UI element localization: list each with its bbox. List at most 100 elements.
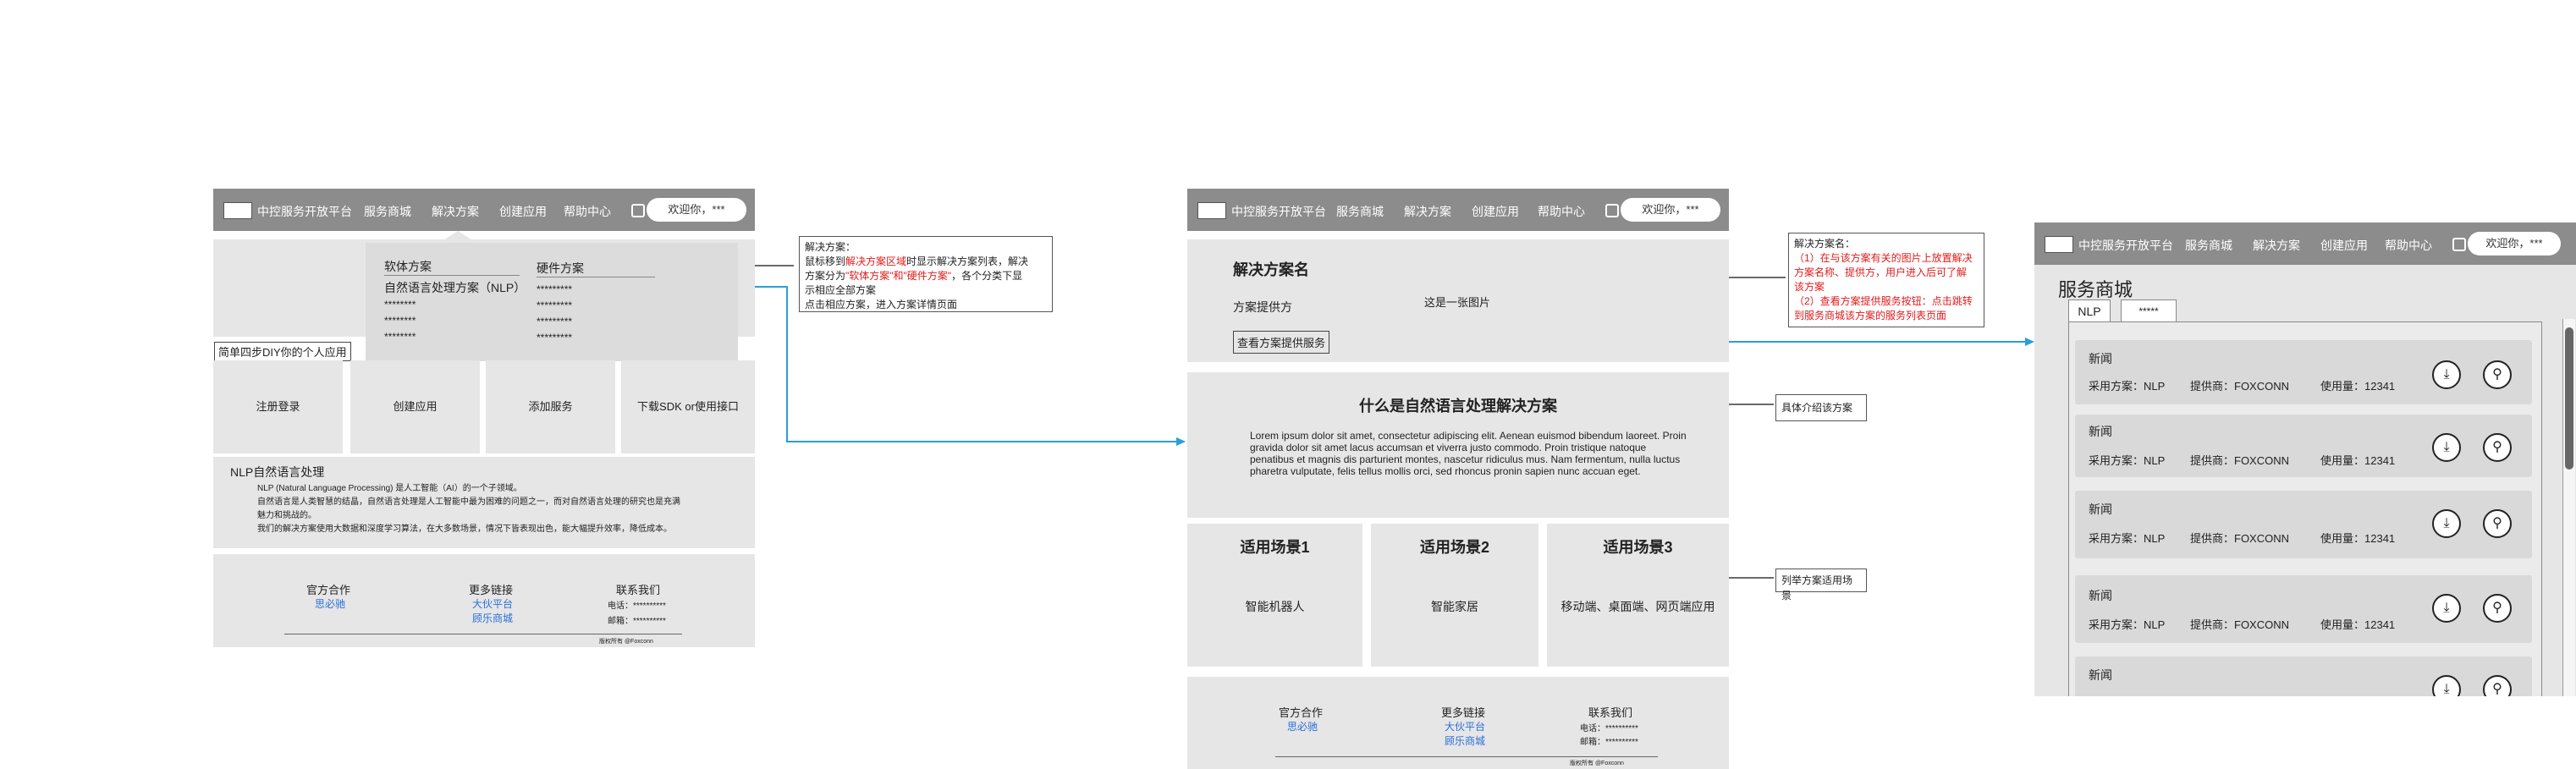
hardware-item[interactable]: ********* [537, 332, 572, 343]
software-item-nlp[interactable]: 自然语言处理方案（NLP） [384, 279, 526, 296]
service-card[interactable]: 新闻 采用方案：NLP 提供商：FOXCONN 使用量：12341 ⤓ ⚲ [2075, 340, 2532, 404]
screen1-footer: 官方合作 思必驰 更多链接 大伙平台 顾乐商城 联系我们 电话：********… [213, 554, 755, 647]
note-text: 方案分为"软体方案"和"硬件方案"，各个分类下显 [805, 269, 1047, 283]
footer-col3-title: 联系我们 [1588, 706, 1633, 719]
nav-item-help[interactable]: 帮助中心 [2385, 237, 2432, 254]
nav-item-create-app[interactable]: 创建应用 [2320, 237, 2368, 254]
download-icon[interactable]: ⤓ [2432, 360, 2461, 389]
hardware-item[interactable]: ********* [537, 283, 572, 295]
nlp-description: NLP (Natural Language Processing) 是人工智能（… [257, 482, 740, 536]
store-title: 服务商城 [2058, 279, 2133, 300]
step-create-app[interactable]: 创建应用 [350, 360, 480, 453]
nav-item-create-app[interactable]: 创建应用 [499, 203, 547, 220]
chat-icon[interactable] [1605, 204, 1619, 217]
footer-link[interactable]: 顾乐商城 [472, 611, 513, 625]
welcome-pill[interactable]: 欢迎你，*** [2468, 232, 2561, 255]
welcome-pill[interactable]: 欢迎你，*** [647, 198, 746, 222]
footer-copyright: 版权所有 @Foxconn [599, 639, 653, 645]
nav-item-solutions[interactable]: 解决方案 [1404, 203, 1451, 220]
step-download-sdk[interactable]: 下载SDK or使用接口 [621, 360, 755, 453]
nlp-line: 自然语言是人类智慧的结晶，自然语言处理是人工智能中最为困难的问题之一，而对自然语… [257, 497, 680, 507]
tab-nlp[interactable]: NLP [2068, 299, 2111, 322]
service-name: 新闻 [2089, 589, 2112, 602]
divider [384, 275, 520, 276]
brand-label[interactable]: 中控服务开放平台 [2078, 237, 2173, 254]
footer-link[interactable]: 大伙平台 [1445, 719, 1485, 733]
note-text: 鼠标移到解决方案区域时显示解决方案列表，解决 [805, 255, 1047, 269]
download-icon[interactable]: ⤓ [2432, 509, 2461, 538]
nav-item-store[interactable]: 服务商城 [1336, 203, 1384, 220]
service-provider: 提供商：FOXCONN [2190, 618, 2290, 631]
nav-item-help[interactable]: 帮助中心 [564, 203, 611, 220]
note-solutions-dropdown: 解决方案： 鼠标移到解决方案区域时显示解决方案列表，解决 方案分为"软体方案"和… [799, 236, 1053, 312]
screen2-nav: 中控服务开放平台 服务商城 解决方案 创建应用 帮助中心 欢迎你，*** [1187, 189, 1729, 231]
step-register[interactable]: 注册登录 [213, 360, 343, 453]
note-highlight: （2）查看方案提供服务按钮： [1794, 295, 1932, 307]
scenario-card-2: 适用场景2 智能家居 [1371, 524, 1538, 667]
note-text: 解决方案： [805, 241, 856, 253]
software-item[interactable]: ******** [384, 331, 416, 343]
service-scheme: 采用方案：NLP [2089, 454, 2166, 467]
note-highlight: "软体方案"和"硬件方案" [845, 270, 952, 282]
page-cutoff [2034, 696, 2576, 769]
scrollbar-thumb[interactable] [2565, 327, 2573, 470]
scenario-title: 适用场景2 [1419, 539, 1489, 556]
software-item[interactable]: ******** [384, 315, 416, 327]
nav-item-solutions[interactable]: 解决方案 [2253, 237, 2300, 254]
search-icon[interactable]: ⚲ [2483, 433, 2512, 462]
note-text: 示相应全部方案 [805, 284, 877, 296]
service-card[interactable]: 新闻 采用方案：NLP 提供商：FOXCONN 使用量：12341 ⤓ ⚲ [2075, 575, 2532, 643]
service-provider: 提供商：FOXCONN [2190, 454, 2290, 467]
footer-phone: 电话：********** [608, 601, 666, 611]
nav-item-store[interactable]: 服务商城 [2185, 237, 2232, 254]
view-services-button[interactable]: 查看方案提供服务 [1233, 331, 1330, 354]
welcome-pill[interactable]: 欢迎你，*** [1621, 198, 1720, 222]
brand-label[interactable]: 中控服务开放平台 [257, 203, 352, 220]
footer-link[interactable]: 大伙平台 [472, 596, 513, 611]
solution-name: 解决方案名 [1233, 261, 1309, 278]
nlp-line: 魅力和挑战的。 [257, 511, 316, 520]
note-text: （2）查看方案提供服务按钮：点击跳转 [1794, 294, 1979, 309]
search-icon[interactable]: ⚲ [2483, 509, 2512, 538]
screen2-footer: 官方合作 思必驰 更多链接 大伙平台 顾乐商城 联系我们 电话：********… [1187, 677, 1729, 769]
footer-partner-link[interactable]: 思必驰 [1287, 719, 1318, 733]
download-icon[interactable]: ⤓ [2432, 594, 2461, 623]
service-usage: 使用量：12341 [2320, 380, 2396, 393]
brand-label[interactable]: 中控服务开放平台 [1231, 203, 1326, 220]
nav-item-help[interactable]: 帮助中心 [1538, 203, 1585, 220]
footer-link[interactable]: 顾乐商城 [1445, 733, 1485, 748]
footer-col2-title: 更多链接 [469, 584, 514, 596]
nlp-line: NLP (Natural Language Processing) 是人工智能（… [257, 484, 522, 493]
footer-partner-link[interactable]: 思必驰 [315, 596, 345, 611]
hardware-item[interactable]: ********* [537, 299, 572, 311]
step-add-service[interactable]: 添加服务 [486, 360, 615, 453]
scenario-value: 智能家居 [1431, 600, 1478, 613]
nav-item-solutions[interactable]: 解决方案 [432, 203, 479, 220]
tab-other[interactable]: ***** [2121, 299, 2177, 323]
nav-item-create-app[interactable]: 创建应用 [1472, 203, 1519, 220]
nav-item-store[interactable]: 服务商城 [364, 203, 411, 220]
search-icon[interactable]: ⚲ [2483, 360, 2512, 389]
service-card[interactable]: 新闻 采用方案：NLP 提供商：FOXCONN 使用量：12341 ⤓ ⚲ [2075, 415, 2532, 477]
service-provider: 提供商：FOXCONN [2190, 380, 2290, 393]
service-card[interactable]: 新闻 ⤓ ⚲ [2075, 656, 2532, 704]
scrollbar-track[interactable] [2562, 319, 2575, 696]
hardware-item[interactable]: ********* [537, 316, 572, 327]
search-icon[interactable]: ⚲ [2483, 594, 2512, 623]
chat-icon[interactable] [631, 204, 645, 217]
nlp-title: NLP自然语言处理 [230, 465, 325, 479]
flow-arrowhead-2 [2025, 338, 2034, 346]
download-icon[interactable]: ⤓ [2432, 433, 2461, 462]
note-intro: 具体介绍该方案 [1775, 394, 1867, 421]
scenario-value: 智能机器人 [1245, 600, 1305, 613]
service-card[interactable]: 新闻 采用方案：NLP 提供商：FOXCONN 使用量：12341 ⤓ ⚲ [2075, 491, 2532, 558]
nlp-section: NLP自然语言处理 NLP (Natural Language Processi… [213, 457, 755, 548]
scenario-title: 适用场景1 [1240, 539, 1310, 556]
flow-arrowhead-1 [1176, 437, 1186, 446]
scenario-title: 适用场景3 [1603, 539, 1673, 556]
service-usage: 使用量：12341 [2320, 618, 2396, 631]
service-name: 新闻 [2089, 352, 2112, 365]
scenario-card-1: 适用场景1 智能机器人 [1187, 524, 1362, 667]
chat-icon[interactable] [2452, 238, 2466, 251]
software-item[interactable]: ******** [384, 299, 416, 310]
